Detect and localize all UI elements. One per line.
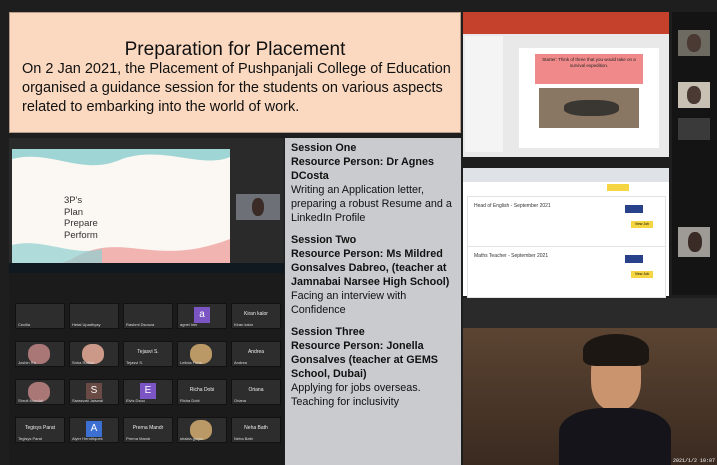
participant-tile[interactable]: Rashmi Dsouza (123, 303, 173, 329)
page-title: Preparation for Placement (124, 39, 346, 60)
session-topic: Writing an Application letter, preparing… (291, 184, 452, 224)
participant-label: Joshin Ra (18, 360, 36, 365)
session-heading: Session One (291, 142, 357, 154)
session-topic: Applying for jobs overseas. Teaching for… (291, 382, 421, 408)
zoom-participant-grid: Cecilia Hetal Upadhyay Rashmi Dsouza a agnel… (9, 273, 284, 465)
participant-name-display: Tegisys Parat (24, 425, 55, 431)
participant-name-display: Richa Dobi (189, 387, 215, 393)
participant-tile[interactable]: Joshin Ra (15, 341, 65, 367)
participant-label: Snha Raikar (72, 360, 95, 365)
session-three: Session Three Resource Person: Jonella G… (291, 325, 457, 409)
participant-name-display: Prerna Mandr (132, 425, 164, 431)
participant-label: shakla gurjar (180, 436, 203, 441)
participant-label: Andrea (234, 360, 247, 365)
participant-label: Rashmi Dsouza (126, 322, 155, 327)
view-job-button[interactable]: View Job (631, 221, 653, 228)
participant-label: Kiran kalor (234, 322, 254, 327)
participant-tile[interactable]: Tejasvi S. Tejasvi S. (123, 341, 173, 367)
speaker-camera-view: 2021/1/2 10:07 (463, 298, 717, 465)
zoom-gallery-strip (672, 12, 717, 295)
session-heading: Session Three (291, 326, 365, 338)
sessions-panel: Session One Resource Person: Dr Agnes DC… (285, 138, 461, 465)
participant-tile[interactable]: a agnel hier (177, 303, 227, 329)
participant-label: Oriana (234, 398, 247, 403)
slide-line: Prepare (64, 218, 98, 229)
view-job-button[interactable] (607, 184, 629, 191)
slide-line: 3P's (64, 195, 83, 206)
participant-name-display: Kiran kalor (244, 311, 268, 317)
participant-name-display: Neha Bath (244, 425, 268, 431)
browser-tabs (463, 168, 669, 182)
job-card[interactable]: Maths Teacher - September 2021 View Job (467, 246, 666, 298)
slide-line: Perform (64, 229, 98, 241)
participant-label: Elvis Dsou (126, 398, 145, 403)
participant-label: agnel hier (180, 322, 198, 327)
participant-label: Prerna Mandr (126, 436, 151, 441)
participant-label: Shruti Mondal (18, 398, 43, 403)
participant-tile[interactable]: Shruti Mondal (15, 379, 65, 405)
participant-tile[interactable]: Neha Bath Neha Bath (231, 417, 281, 443)
participant-tile[interactable]: Kiran kalor Kiran kalor (231, 303, 281, 329)
participant-name-display: Andrea (247, 349, 265, 355)
timestamp: 2021/1/2 10:07 (672, 458, 715, 464)
session-topic: Facing an interview with Confidence (291, 290, 407, 316)
participant-label: Leticia Ferre (180, 360, 203, 365)
school-logo (625, 255, 643, 263)
header-panel: Preparation for Placement On 2 Jan 2021,… (9, 12, 461, 133)
participant-tile[interactable]: Prerna Mandr Prerna Mandr (123, 417, 173, 443)
ppt-slide-text: Starter: Think of three that you would t… (535, 54, 643, 84)
participant-tile[interactable]: Leticia Ferre (177, 341, 227, 367)
ppt-slide: Starter: Think of three that you would t… (519, 48, 659, 148)
ppt-thumbnails (465, 36, 503, 152)
session-one: Session One Resource Person: Dr Agnes DC… (291, 141, 457, 225)
participant-name-display: Tejasvi S. (137, 349, 159, 355)
job-title: Head of English - September 2021 (474, 203, 551, 209)
participant-label: Tejasvi S. (126, 360, 144, 365)
participant-tile[interactable]: S Sarasvati Jaiswal (69, 379, 119, 405)
session-person: Resource Person: Jonella Gonsalves (teac… (291, 340, 439, 380)
session-person: Resource Person: Dr Agnes DCosta (291, 156, 435, 182)
participant-tile[interactable]: shakla gurjar (177, 417, 227, 443)
view-job-button[interactable]: View Job (631, 271, 653, 278)
participant-label: Hetal Upadhyay (72, 322, 101, 327)
participant-label: Alyer Hendriques (72, 436, 103, 441)
speaker-thumbnail (236, 194, 280, 220)
participant-avatar: A (86, 421, 102, 437)
participant-tile[interactable]: E Elvis Dsou (123, 379, 173, 405)
slide-line: Plan (64, 206, 84, 218)
session-heading: Session Two (291, 234, 357, 246)
job-browser-screenshot: Head of English - September 2021 View Jo… (463, 168, 669, 298)
participant-avatar: S (86, 383, 102, 399)
school-logo (625, 205, 643, 213)
participant-avatar: a (194, 307, 210, 323)
participant-tile[interactable]: Cecilia (15, 303, 65, 329)
ppt-slide-image (539, 88, 639, 128)
participant-tile[interactable]: Snha Raikar (69, 341, 119, 367)
participant-label: Neha Bath (234, 436, 253, 441)
participant-name-display: Oriana (248, 387, 264, 393)
session-person: Resource Person: Ms Mildred Gonsalves Da… (291, 248, 450, 288)
page-description: On 2 Jan 2021, the Placement of Pushpanj… (22, 61, 451, 115)
presentation-slide: 3P's Plan Prepare Perform (12, 149, 230, 267)
zoom-slide-screenshot: 3P's Plan Prepare Perform (9, 138, 284, 273)
participant-tile[interactable]: A Alyer Hendriques (69, 417, 119, 443)
participant-label: Richa Dobi (180, 398, 200, 403)
participant-tile[interactable]: Oriana Oriana (231, 379, 281, 405)
participant-label: Sarasvati Jaiswal (72, 398, 103, 403)
participant-label: Cecilia (18, 322, 31, 327)
participant-tile[interactable]: Richa Dobi Richa Dobi (177, 379, 227, 405)
ppt-ribbon (463, 12, 669, 34)
participant-avatar: E (140, 383, 156, 399)
session-two: Session Two Resource Person: Ms Mildred … (291, 233, 457, 317)
participant-tile[interactable]: Andrea Andrea (231, 341, 281, 367)
participant-label: Tegisys Parat (18, 436, 43, 441)
participant-tile[interactable]: Hetal Upadhyay (69, 303, 119, 329)
taskbar (9, 263, 284, 273)
job-card[interactable]: Head of English - September 2021 View Jo… (467, 196, 666, 248)
job-title: Maths Teacher - September 2021 (474, 253, 549, 259)
powerpoint-screenshot: Starter: Think of three that you would t… (463, 12, 669, 157)
participant-tile[interactable]: Tegisys Parat Tegisys Parat (15, 417, 65, 443)
